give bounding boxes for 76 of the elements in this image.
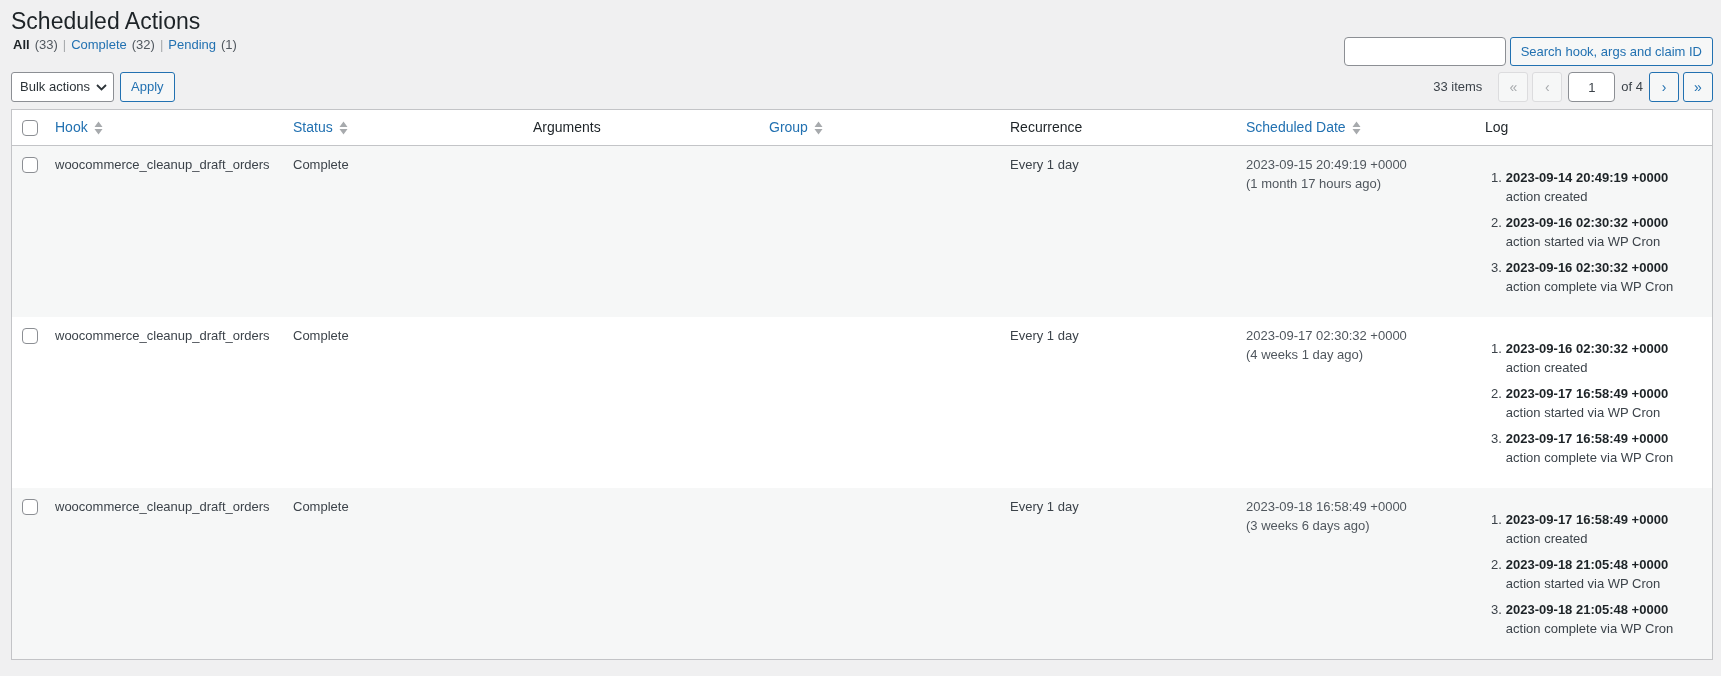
log-time: 2023-09-16 02:30:32 +0000	[1505, 340, 1669, 358]
log-time: 2023-09-16 02:30:32 +0000	[1505, 259, 1669, 277]
separator: |	[62, 36, 67, 54]
log-number: 3.	[1491, 259, 1502, 277]
log-number: 2.	[1491, 214, 1502, 232]
column-header: Arguments	[533, 118, 601, 137]
log-number: 1.	[1491, 340, 1502, 358]
log-time: 2023-09-18 21:05:48 +0000	[1505, 556, 1669, 574]
log-time: 2023-09-18 21:05:48 +0000	[1505, 601, 1669, 619]
recurrence-text: Every 1 day	[1010, 156, 1080, 174]
view-link[interactable]: All	[13, 36, 30, 54]
log-time: 2023-09-16 02:30:32 +0000	[1505, 214, 1669, 232]
log-time: 2023-09-17 16:58:49 +0000	[1505, 430, 1669, 448]
log-number: 3.	[1491, 601, 1502, 619]
log-time: 2023-09-14 20:49:19 +0000	[1505, 169, 1669, 187]
scheduled-date: 2023-09-17 02:30:32 +0000	[1246, 327, 1407, 345]
log-message: action started via WP Cron	[1505, 233, 1661, 251]
page-number-field[interactable]: 1	[1568, 72, 1616, 102]
status-text: Complete	[293, 327, 350, 345]
log-message: action started via WP Cron	[1505, 575, 1661, 593]
log-number: 2.	[1491, 385, 1502, 403]
column-header: Recurrence	[1010, 118, 1083, 137]
search-button[interactable]: Search hook, args and claim ID	[1509, 37, 1713, 66]
page-button[interactable]: ›	[1649, 72, 1679, 102]
view-count: (32)	[131, 36, 155, 54]
sort-arrows-icon	[1351, 120, 1361, 135]
sort-arrows-icon	[338, 120, 348, 135]
log-message: action created	[1505, 188, 1588, 206]
recurrence-text: Every 1 day	[1010, 327, 1080, 345]
bulk-actions-dropdown[interactable]: Bulk actions	[11, 72, 115, 102]
sort-arrows-icon	[93, 120, 103, 135]
view-link[interactable]: Complete	[71, 36, 127, 54]
page-button[interactable]: »	[1683, 72, 1713, 102]
chevron-down-icon	[96, 83, 108, 91]
items-count: 33 items	[1433, 78, 1483, 97]
column-header[interactable]: Hook	[55, 117, 88, 138]
log-message: action created	[1505, 359, 1588, 377]
relative-time: (4 weeks 1 day ago)	[1246, 346, 1364, 364]
column-header[interactable]: Scheduled Date	[1246, 117, 1346, 138]
view-link[interactable]: Pending	[168, 36, 216, 54]
scheduled-date: 2023-09-15 20:49:19 +0000	[1246, 156, 1407, 174]
column-header[interactable]: Group	[769, 117, 808, 138]
apply-button[interactable]: Apply	[120, 72, 175, 102]
page-title: Scheduled Actions	[11, 7, 202, 36]
checkbox[interactable]	[22, 119, 38, 136]
log-message: action complete via WP Cron	[1505, 278, 1674, 296]
relative-time: (3 weeks 6 days ago)	[1246, 517, 1370, 535]
log-message: action created	[1505, 530, 1588, 548]
log-number: 1.	[1491, 169, 1502, 187]
log-number: 2.	[1491, 556, 1502, 574]
separator: |	[159, 36, 164, 54]
recurrence-text: Every 1 day	[1010, 498, 1080, 516]
relative-time: (1 month 17 hours ago)	[1246, 175, 1382, 193]
page-total: of 4	[1621, 78, 1643, 97]
view-count: (1)	[221, 36, 237, 54]
column-header: Log	[1485, 118, 1509, 137]
status-text: Complete	[293, 156, 350, 174]
view-count: (33)	[34, 36, 58, 54]
log-message: action complete via WP Cron	[1505, 449, 1674, 467]
log-message: action started via WP Cron	[1505, 404, 1661, 422]
hook-name: woocommerce_cleanup_draft_orders	[55, 498, 271, 516]
scheduled-date: 2023-09-18 16:58:49 +0000	[1246, 498, 1407, 516]
checkbox[interactable]	[22, 157, 38, 173]
checkbox[interactable]	[22, 499, 38, 515]
log-number: 1.	[1491, 511, 1502, 529]
log-time: 2023-09-17 16:58:49 +0000	[1505, 511, 1669, 529]
checkbox[interactable]	[22, 328, 38, 344]
log-time: 2023-09-17 16:58:49 +0000	[1505, 385, 1669, 403]
sort-arrows-icon	[813, 120, 823, 135]
hook-name: woocommerce_cleanup_draft_orders	[55, 156, 271, 174]
log-number: 3.	[1491, 430, 1502, 448]
search-field[interactable]	[1343, 37, 1506, 66]
status-text: Complete	[293, 498, 350, 516]
log-message: action complete via WP Cron	[1505, 620, 1674, 638]
hook-name: woocommerce_cleanup_draft_orders	[55, 327, 271, 345]
column-header[interactable]: Status	[293, 117, 333, 138]
